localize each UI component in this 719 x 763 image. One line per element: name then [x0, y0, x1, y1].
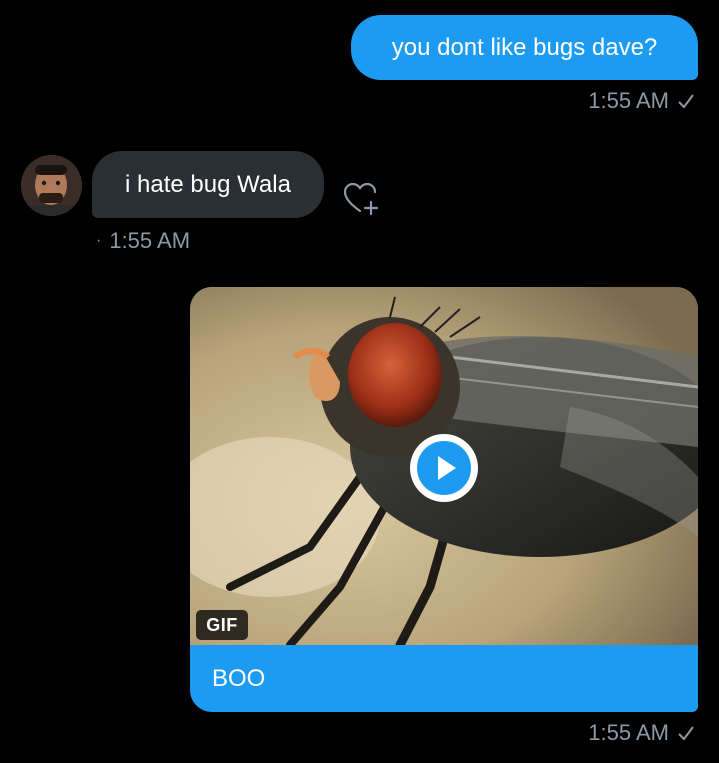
message-text: you dont like bugs dave?	[391, 33, 658, 61]
message-time: 1:55 AM	[109, 228, 191, 253]
meta-separator: ·	[96, 232, 102, 249]
message-time: 1:55 AM	[588, 720, 669, 745]
gif-media[interactable]: GIF	[190, 287, 698, 645]
incoming-message-bubble[interactable]: i hate bug Wala	[92, 151, 324, 218]
gif-badge: GIF	[196, 610, 248, 640]
play-button[interactable]	[410, 434, 478, 502]
message-text: i hate bug Wala	[125, 170, 291, 198]
message-time: 1:55 AM	[588, 88, 669, 113]
media-caption: BOO	[212, 664, 266, 692]
heart-add-icon[interactable]	[342, 180, 382, 216]
dm-conversation: you dont like bugs dave? 1:55 AM i hate …	[0, 0, 719, 763]
check-icon	[678, 94, 694, 109]
outgoing-media-message[interactable]: GIF BOO	[190, 287, 698, 712]
message-meta: 1:55 AM	[588, 720, 695, 746]
outgoing-message-bubble[interactable]: you dont like bugs dave?	[351, 15, 698, 80]
message-meta: 1:55 AM	[588, 88, 695, 114]
avatar[interactable]	[21, 155, 82, 216]
play-icon	[417, 441, 471, 495]
message-meta: · 1:55 AM	[96, 228, 190, 254]
check-icon	[678, 726, 694, 741]
